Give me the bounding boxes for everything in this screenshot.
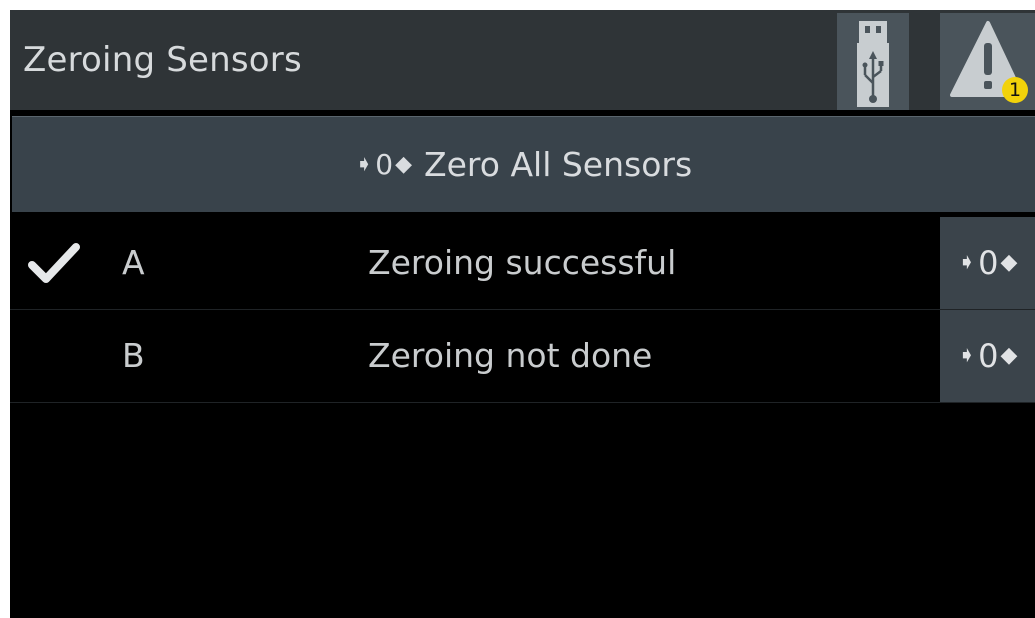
warning-button[interactable]: 1 xyxy=(940,13,1035,110)
usb-button[interactable] xyxy=(837,13,909,110)
page-title: Zeroing Sensors xyxy=(23,40,302,80)
arrow-left-icon: ◆ xyxy=(1000,250,1018,275)
sensor-status: Zeroing not done xyxy=(368,336,653,375)
arrow-left-icon: ◆ xyxy=(395,151,413,177)
zero-arrows-icon: ➧ 0 ◆ xyxy=(355,148,412,181)
zero-glyph: 0 xyxy=(978,337,999,375)
sensor-name: B xyxy=(122,336,145,375)
checkmark-icon xyxy=(28,243,80,283)
arrow-left-icon: ◆ xyxy=(1000,343,1018,368)
screen: Zeroing Sensors 1 ➧ 0 ◆ Zero All Sensors… xyxy=(10,10,1035,618)
zero-sensor-b-button[interactable]: ➧ 0 ◆ xyxy=(940,310,1035,402)
zero-all-label: Zero All Sensors xyxy=(424,145,693,184)
sensor-name: A xyxy=(122,243,145,282)
arrow-right-icon: ➧ xyxy=(957,250,977,275)
zero-glyph: 0 xyxy=(375,148,394,181)
arrow-right-icon: ➧ xyxy=(354,151,374,177)
sensor-status: Zeroing successful xyxy=(368,243,677,282)
sensor-row-a[interactable]: A Zeroing successful ➧ 0 ◆ xyxy=(10,217,1035,310)
zero-all-sensors-button[interactable]: ➧ 0 ◆ Zero All Sensors xyxy=(12,116,1035,212)
sensor-row-b[interactable]: B Zeroing not done ➧ 0 ◆ xyxy=(10,310,1035,403)
arrow-right-icon: ➧ xyxy=(957,343,977,368)
usb-icon xyxy=(857,21,889,107)
zero-sensor-a-button[interactable]: ➧ 0 ◆ xyxy=(940,217,1035,309)
zero-glyph: 0 xyxy=(978,244,999,282)
title-bar: Zeroing Sensors 1 xyxy=(10,10,1035,110)
warning-count-badge: 1 xyxy=(1008,79,1022,101)
